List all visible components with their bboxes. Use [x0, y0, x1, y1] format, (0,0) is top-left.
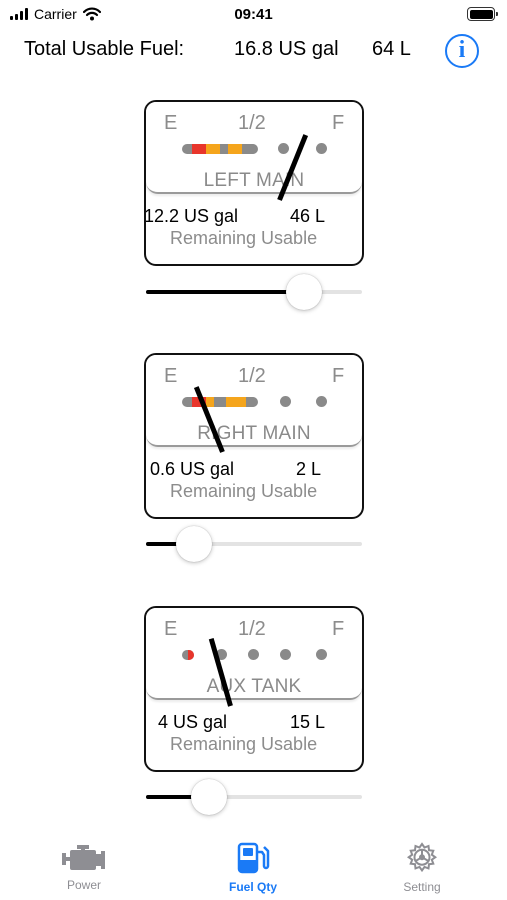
- gauge-left-main: E 1/2 F LEFT MAIN 12.2 US gal 46 L Remai…: [144, 100, 364, 266]
- engine-icon: [62, 845, 105, 870]
- remaining-usable-caption: Remaining Usable: [170, 734, 318, 754]
- scale-empty-label: E: [164, 112, 178, 134]
- remaining-gallons: 4 US gal: [158, 712, 228, 732]
- tab-label: Power: [66, 878, 101, 892]
- tab-power[interactable]: Power: [24, 832, 144, 900]
- right-main-slider[interactable]: [144, 524, 364, 564]
- remaining-usable-caption: Remaining Usable: [170, 228, 318, 248]
- tank-name: LEFT MAIN: [203, 170, 305, 191]
- slider-thumb[interactable]: [175, 526, 212, 562]
- scale-full-label: F: [332, 618, 345, 640]
- fuel-level-track: [182, 397, 258, 407]
- gauge-face: E 1/2 F RIGHT MAIN: [146, 355, 362, 447]
- gauge-face: E 1/2 F LEFT MAIN: [146, 102, 362, 194]
- slider-thumb[interactable]: [285, 274, 322, 310]
- gear-icon: [406, 842, 438, 873]
- scale-half-label: 1/2: [238, 112, 266, 134]
- scale-full-label: F: [332, 365, 345, 387]
- fuel-level-track: [182, 144, 258, 154]
- tab-label: Fuel Qty: [228, 880, 277, 894]
- scale-dot: [280, 396, 291, 407]
- battery-icon: [467, 7, 498, 21]
- scale-dot: [316, 649, 327, 660]
- scale-half-label: 1/2: [238, 618, 266, 640]
- tab-setting[interactable]: Setting: [362, 832, 482, 900]
- fuel-pump-icon: [237, 842, 270, 874]
- gauge-aux-tank: E 1/2 F AUX TANK 4 US gal 15 L Remaining…: [144, 606, 364, 772]
- scale-empty-label: E: [164, 365, 178, 387]
- slider-thumb[interactable]: [190, 779, 227, 815]
- total-fuel-label: Total Usable Fuel:: [24, 38, 185, 60]
- tab-label: Setting: [403, 880, 441, 894]
- scale-half-label: 1/2: [238, 365, 266, 387]
- info-icon[interactable]: i: [445, 34, 479, 68]
- remaining-gallons: 12.2 US gal: [144, 206, 239, 226]
- scale-dot: [280, 649, 291, 660]
- tab-bar: Power Fuel Qty Setting: [0, 832, 507, 900]
- remaining-liters: 15 L: [290, 712, 326, 732]
- scale-dot: [316, 143, 327, 154]
- tank-name: AUX TANK: [206, 676, 302, 697]
- status-time: 09:41: [234, 6, 273, 23]
- remaining-liters: 46 L: [290, 206, 326, 226]
- total-fuel-liters: 64 L: [372, 38, 411, 60]
- gauge-face: E 1/2 F AUX TANK: [146, 608, 362, 700]
- scale-dot: [248, 649, 259, 660]
- total-fuel-header: Total Usable Fuel: 16.8 US gal 64 L i: [0, 34, 507, 68]
- remaining-usable-caption: Remaining Usable: [170, 481, 318, 501]
- remaining-liters: 2 L: [296, 459, 322, 479]
- tab-fuel-qty[interactable]: Fuel Qty: [193, 832, 313, 900]
- scale-dot: [316, 396, 327, 407]
- gauge-right-main: E 1/2 F RIGHT MAIN 0.6 US gal 2 L Remain…: [144, 353, 364, 519]
- tank-name: RIGHT MAIN: [197, 423, 311, 444]
- scale-full-label: F: [332, 112, 345, 134]
- scale-dot: [278, 143, 289, 154]
- remaining-gallons: 0.6 US gal: [150, 459, 235, 479]
- fuel-level-track: [182, 650, 194, 660]
- total-fuel-gallons: 16.8 US gal: [234, 38, 339, 60]
- scale-empty-label: E: [164, 618, 178, 640]
- status-bar: Carrier 09:41: [0, 0, 507, 30]
- aux-tank-slider[interactable]: [144, 777, 364, 817]
- slider-fill: [146, 290, 304, 294]
- left-main-slider[interactable]: [144, 272, 364, 312]
